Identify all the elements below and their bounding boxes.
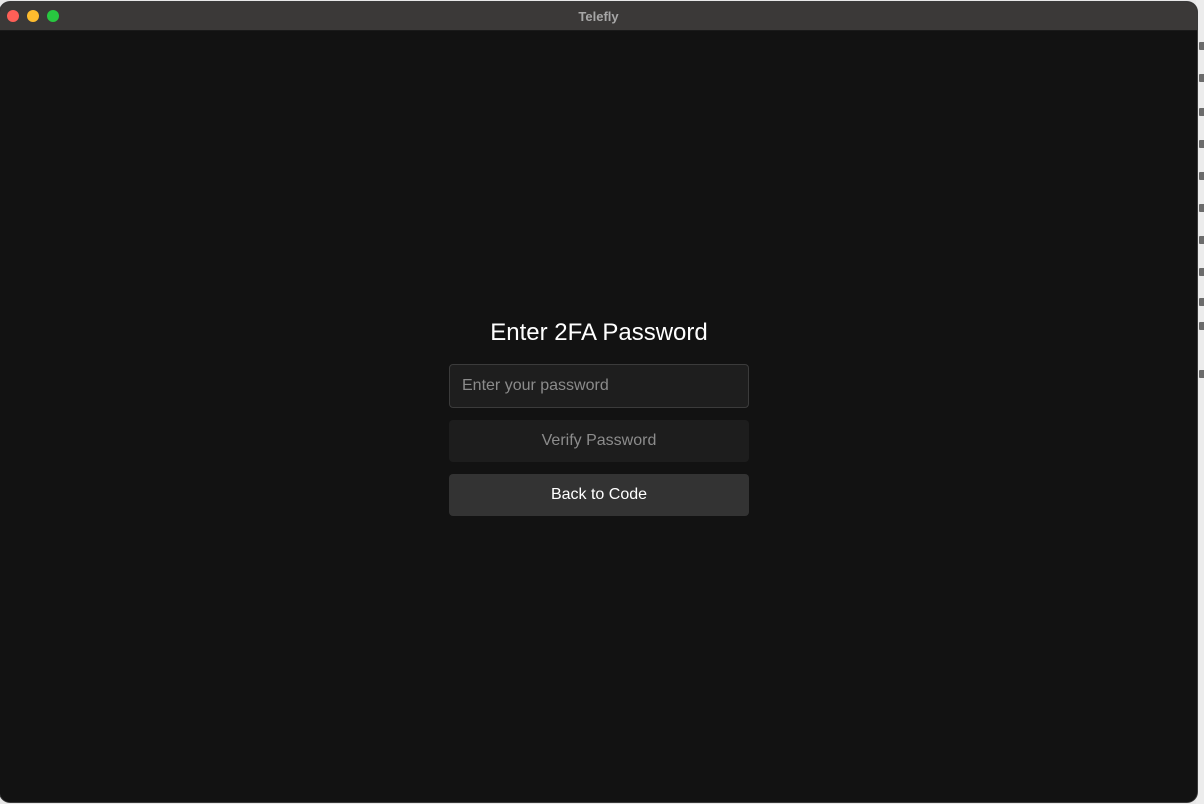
app-window: Telefly Enter 2FA Password Verify Passwo… [0,2,1197,802]
background-window-fragment [1199,140,1204,148]
background-window-fragment [1199,370,1204,378]
back-to-code-button[interactable]: Back to Code [449,474,749,516]
window-title: Telefly [578,9,619,24]
background-window-fragment [1199,298,1204,306]
background-window-fragment [1199,204,1204,212]
background-window-fragment [1199,268,1204,276]
background-window-fragment [1199,322,1204,330]
background-window-fragment [1199,42,1204,50]
login-view: Enter 2FA Password Verify Password Back … [0,31,1197,802]
desktop-background [1196,0,1204,804]
title-bar[interactable]: Telefly [0,2,1197,31]
two-factor-form: Enter 2FA Password Verify Password Back … [449,317,749,516]
background-window-fragment [1199,172,1204,180]
page-title: Enter 2FA Password [490,319,708,346]
background-window-fragment [1199,236,1204,244]
background-window-fragment [1199,108,1204,116]
password-input[interactable] [449,364,749,408]
background-window-fragment [1199,74,1204,82]
verify-password-button[interactable]: Verify Password [449,420,749,462]
